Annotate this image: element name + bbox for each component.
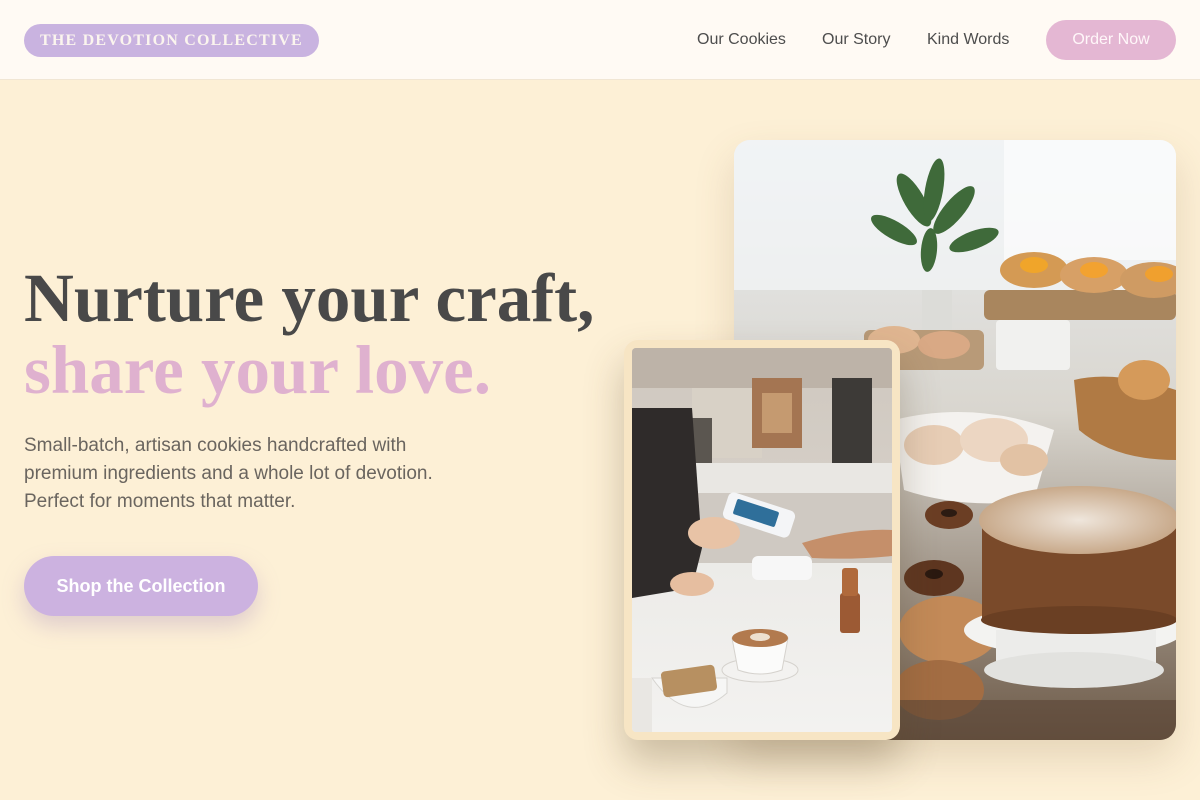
- hero-headline-line-2: share your love.: [24, 332, 492, 408]
- hero-headline-line-1: Nurture your craft,: [24, 260, 595, 336]
- hero-subtext: Small-batch, artisan cookies handcrafted…: [24, 432, 544, 516]
- nav-link-our-cookies[interactable]: Our Cookies: [697, 0, 786, 80]
- brand-logo[interactable]: THE DEVOTION COLLECTIVE: [24, 24, 319, 57]
- hero-headline: Nurture your craft, share your love.: [24, 262, 594, 406]
- hero-subtext-line: Small-batch, artisan cookies handcrafted…: [24, 435, 407, 456]
- nav-link-kind-words[interactable]: Kind Words: [927, 0, 1009, 80]
- nav-link-our-story[interactable]: Our Story: [822, 0, 890, 80]
- hero-subtext-line: premium ingredients and a whole lot of d…: [24, 463, 433, 484]
- order-now-button[interactable]: Order Now: [1046, 20, 1176, 60]
- cafe-counter-image: [624, 340, 900, 740]
- site-header: THE DEVOTION COLLECTIVE Our Cookies Our …: [0, 0, 1200, 80]
- hero-subtext-line: Perfect for moments that matter.: [24, 491, 296, 512]
- shop-collection-button[interactable]: Shop the Collection: [24, 556, 258, 616]
